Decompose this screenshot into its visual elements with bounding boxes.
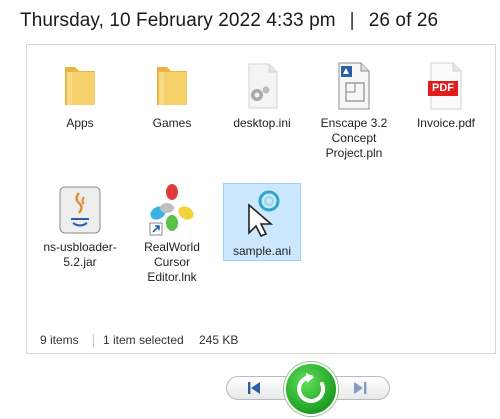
file-label: Apps bbox=[66, 116, 94, 130]
file-item-ns-usbloader-jar[interactable]: ns-usbloader-5.2.jar bbox=[41, 183, 119, 270]
header-separator: | bbox=[349, 10, 355, 31]
previous-icon bbox=[248, 382, 260, 394]
folder-icon bbox=[53, 59, 107, 113]
file-label: Invoice.pdf bbox=[416, 116, 476, 130]
refresh-button[interactable] bbox=[284, 362, 338, 416]
file-item-enscape-pln[interactable]: Enscape 3.2 Concept Project.pln bbox=[315, 59, 393, 161]
file-item-desktop-ini[interactable]: desktop.ini bbox=[223, 59, 301, 131]
pdf-file-icon: PDF bbox=[419, 59, 473, 113]
file-label: ns-usbloader-5.2.jar bbox=[43, 240, 117, 269]
file-label: sample.ani bbox=[232, 244, 292, 258]
file-item-apps[interactable]: Apps bbox=[41, 59, 119, 131]
position-counter: 26 of 26 bbox=[368, 10, 439, 31]
file-label: desktop.ini bbox=[233, 116, 291, 130]
folder-icon bbox=[145, 59, 199, 113]
status-divider bbox=[93, 334, 94, 347]
date-time-text: Thursday, 10 February 2022 4:33 pm bbox=[20, 10, 336, 31]
file-item-realworld-cursor-editor-lnk[interactable]: RealWorld Cursor Editor.lnk bbox=[133, 183, 211, 285]
settings-file-icon bbox=[235, 59, 289, 113]
previous-button[interactable] bbox=[234, 376, 274, 400]
file-label: Enscape 3.2 Concept Project.pln bbox=[320, 116, 388, 160]
item-count: 9 items bbox=[40, 333, 79, 347]
status-bar: 9 items 1 item selected 245 KB bbox=[27, 327, 495, 353]
navigation-control bbox=[226, 362, 390, 416]
file-item-games[interactable]: Games bbox=[133, 59, 211, 131]
selection-count: 1 item selected bbox=[103, 333, 184, 347]
file-item-sample-ani[interactable]: sample.ani bbox=[223, 183, 301, 261]
pdf-badge-text: PDF bbox=[432, 82, 454, 94]
file-item-invoice-pdf[interactable]: PDF Invoice.pdf bbox=[407, 59, 485, 131]
file-view-panel: Apps Games desktop.ini Enscape 3.2 Conce… bbox=[26, 44, 496, 354]
refresh-icon bbox=[297, 373, 326, 403]
cursor-editor-shortcut-icon bbox=[145, 183, 199, 237]
selection-size: 245 KB bbox=[199, 333, 239, 347]
file-label: Games bbox=[152, 116, 192, 130]
next-icon bbox=[354, 382, 367, 394]
file-label: RealWorld Cursor Editor.lnk bbox=[144, 240, 200, 284]
pln-file-icon bbox=[327, 59, 381, 113]
next-button[interactable] bbox=[342, 376, 382, 400]
datetime-header: Thursday, 10 February 2022 4:33 pm | 26 of… bbox=[20, 10, 490, 36]
animated-cursor-icon bbox=[235, 187, 289, 241]
java-jar-icon bbox=[53, 183, 107, 237]
